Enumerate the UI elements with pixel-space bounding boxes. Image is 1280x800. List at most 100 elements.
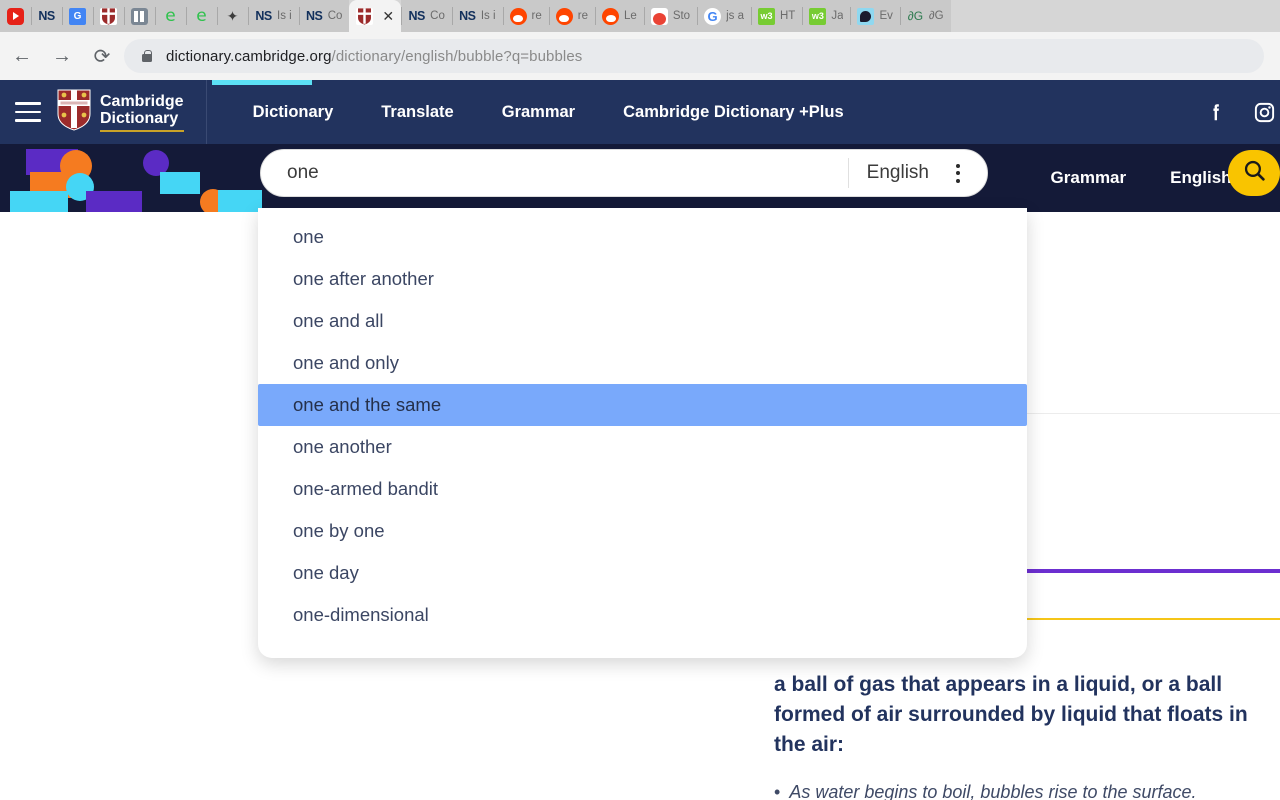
browser-tab[interactable]: G bbox=[62, 0, 93, 32]
search-box[interactable]: English bbox=[260, 149, 988, 197]
suggestion-label: one bbox=[293, 226, 324, 247]
browser-tab[interactable]: NS Co bbox=[401, 0, 452, 32]
suggestion-item[interactable]: one-dimensional bbox=[266, 594, 1019, 636]
main-navigation[interactable]: Dictionary Translate Grammar Cambridge Dict… bbox=[229, 103, 868, 122]
browser-tab-label: js a bbox=[726, 10, 744, 22]
ns-favicon-icon: NS bbox=[459, 8, 476, 23]
browser-tab-label: re bbox=[531, 10, 542, 22]
more-options-icon[interactable] bbox=[945, 163, 971, 183]
divider-gray bbox=[1027, 413, 1280, 414]
browser-tab-label: Le bbox=[624, 10, 637, 22]
google-favicon-icon: G bbox=[704, 7, 722, 25]
forward-icon: → bbox=[52, 44, 72, 67]
browser-tab[interactable]: Ev bbox=[850, 0, 900, 32]
brand-line-1: Cambridge bbox=[100, 92, 184, 110]
suggestion-item[interactable]: one and the same bbox=[258, 384, 1027, 426]
site-header: Cambridge Dictionary Dictionary Translate… bbox=[0, 80, 1280, 144]
suggestion-label: one-armed bandit bbox=[293, 478, 439, 499]
browser-tab[interactable]: NS bbox=[31, 0, 62, 32]
brand-line-2: Dictionary bbox=[100, 109, 179, 127]
language-selector[interactable]: English bbox=[849, 162, 945, 184]
browser-tab[interactable]: e bbox=[186, 0, 217, 32]
suggestion-item[interactable]: one day bbox=[266, 552, 1019, 594]
browser-tab-label: Co bbox=[327, 10, 343, 22]
suggestion-label: one by one bbox=[293, 520, 385, 541]
decoration-rect bbox=[10, 191, 68, 212]
reload-button[interactable]: ⟳ bbox=[84, 38, 120, 74]
browser-tab[interactable]: re bbox=[548, 0, 596, 32]
browser-tab[interactable] bbox=[93, 0, 124, 32]
trello-favicon-icon bbox=[131, 7, 148, 25]
browser-tab-label: ∂G bbox=[928, 10, 944, 22]
browser-tab-label: Ev bbox=[879, 10, 893, 22]
shield-favicon-icon bbox=[100, 7, 117, 25]
search-icon bbox=[1242, 158, 1267, 188]
edge-favicon-icon: e bbox=[196, 5, 207, 26]
facebook-icon[interactable] bbox=[1205, 101, 1227, 123]
decoration-rect bbox=[218, 190, 262, 212]
back-button[interactable]: ← bbox=[4, 38, 40, 74]
browser-tab[interactable]: ✦ bbox=[217, 0, 248, 32]
forward-button[interactable]: → bbox=[44, 38, 80, 74]
nav-item-cambridge-dictionary-plus[interactable]: Cambridge Dictionary +Plus bbox=[599, 103, 868, 122]
puzzle-favicon-icon: ✦ bbox=[226, 7, 239, 24]
w3-favicon-icon: w3 bbox=[757, 7, 775, 25]
brand-text: Cambridge Dictionary bbox=[100, 93, 184, 132]
hamburger-icon[interactable] bbox=[15, 102, 41, 122]
search-input[interactable] bbox=[261, 162, 848, 184]
browser-tab[interactable]: re bbox=[502, 0, 549, 32]
bullet-icon: • bbox=[774, 782, 781, 800]
browser-tab[interactable]: Gjs a bbox=[697, 0, 751, 32]
ns-favicon-icon: NS bbox=[255, 8, 272, 23]
ns-favicon-icon: NS bbox=[38, 8, 55, 23]
subnav-item-grammar[interactable]: Grammar bbox=[1029, 168, 1149, 188]
suggestion-item[interactable]: one-armed bandit bbox=[266, 468, 1019, 510]
nav-item-translate[interactable]: Translate bbox=[357, 103, 477, 122]
nav-item-grammar[interactable]: Grammar bbox=[478, 103, 599, 122]
decorative-shapes bbox=[0, 144, 262, 212]
suggestion-item[interactable]: one and all bbox=[266, 300, 1019, 342]
browser-tab[interactable]: w3 HT bbox=[750, 0, 803, 32]
browser-tab[interactable] bbox=[0, 0, 31, 32]
youtube-favicon-icon bbox=[7, 7, 24, 25]
search-button[interactable] bbox=[1228, 150, 1280, 196]
reddit-favicon-icon bbox=[555, 7, 573, 25]
suggestion-item[interactable]: one another bbox=[266, 426, 1019, 468]
browser-tab[interactable]: NS Co bbox=[298, 0, 350, 32]
divider-purple bbox=[1027, 569, 1280, 573]
suggestion-item[interactable]: one bbox=[266, 216, 1019, 258]
browser-tab[interactable]: Sto bbox=[643, 0, 698, 32]
back-icon: ← bbox=[12, 44, 32, 67]
suggestion-item[interactable]: one and only bbox=[266, 342, 1019, 384]
browser-tab-active[interactable]: ✕ bbox=[349, 0, 402, 32]
suggestion-label: one after another bbox=[293, 268, 434, 289]
browser-tab[interactable]: ∂G ∂G bbox=[899, 0, 951, 32]
tab-close-icon[interactable]: ✕ bbox=[382, 9, 394, 23]
suggestion-item[interactable]: one by one bbox=[266, 510, 1019, 552]
nav-item-dictionary[interactable]: Dictionary bbox=[229, 103, 358, 122]
browser-tab[interactable]: NS Is i bbox=[248, 0, 299, 32]
suggestion-label: one and only bbox=[293, 352, 399, 373]
suggestion-item[interactable]: one after another bbox=[266, 258, 1019, 300]
browser-tab[interactable]: e bbox=[155, 0, 186, 32]
browser-tab-label: Ja bbox=[831, 10, 844, 22]
cambridge-logo[interactable]: Cambridge Dictionary bbox=[57, 80, 207, 144]
browser-tab[interactable]: Le bbox=[595, 0, 644, 32]
reload-icon: ⟳ bbox=[93, 45, 111, 68]
ns-favicon-icon: NS bbox=[408, 8, 425, 23]
reddit-favicon-icon bbox=[509, 7, 527, 25]
social-links[interactable] bbox=[1205, 80, 1280, 144]
edge-favicon-icon: e bbox=[165, 5, 176, 26]
instagram-icon[interactable] bbox=[1253, 101, 1276, 124]
decoration-rect bbox=[160, 172, 200, 194]
browser-tab[interactable]: w3 Ja bbox=[802, 0, 851, 32]
url-host: dictionary.cambridge.org bbox=[166, 47, 332, 65]
browser-chrome: NS Ge e ✦ NS Is i NS Co ✕ NS Co NS Is i re re Le Sto Gjs … bbox=[0, 0, 1280, 80]
browser-tab-strip[interactable]: NS Ge e ✦ NS Is i NS Co ✕ NS Co NS Is i re re Le Sto Gjs … bbox=[0, 0, 1280, 32]
address-bar[interactable]: dictionary.cambridge.org/dictionary/engl… bbox=[124, 39, 1264, 73]
search-suggestions-dropdown[interactable]: one one after another one and all one and o… bbox=[258, 208, 1027, 658]
url-text: dictionary.cambridge.org/dictionary/engl… bbox=[166, 48, 582, 65]
browser-tab[interactable] bbox=[124, 0, 155, 32]
browser-tab-label: Is i bbox=[277, 10, 292, 22]
browser-tab[interactable]: NS Is i bbox=[451, 0, 503, 32]
